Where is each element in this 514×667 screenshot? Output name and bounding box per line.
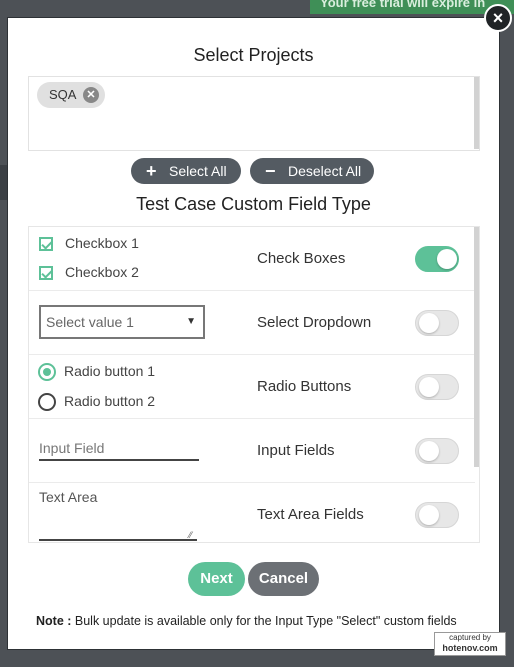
field-type-label: Input Fields (257, 442, 335, 459)
project-chip-label: SQA (49, 87, 77, 102)
select-all-label: Select All (169, 163, 227, 179)
checkbox-2[interactable] (39, 266, 53, 280)
custom-field-type-list: Checkbox 1 Checkbox 2 Check Boxes Select… (28, 226, 480, 543)
radio-button-2-label: Radio button 2 (64, 393, 156, 409)
caret-down-icon: ▼ (186, 316, 196, 327)
note-text: Bulk update is available only for the In… (71, 614, 457, 628)
radio-button-1[interactable] (38, 363, 56, 381)
deselect-all-button[interactable]: − Deselect All (250, 158, 374, 184)
projects-multiselect[interactable]: SQA ✕ (28, 76, 480, 151)
watermark-line-1: captured by (449, 633, 491, 642)
input-field[interactable]: Input Field (39, 437, 199, 461)
select-all-button[interactable]: + Select All (131, 158, 241, 184)
field-row-select: Select value 1 ▼ Select Dropdown (29, 291, 475, 355)
field-type-label: Check Boxes (257, 250, 346, 267)
radio-button-2[interactable] (38, 393, 56, 411)
text-area-field[interactable]: Text Area ⁄⁄ (39, 489, 197, 541)
dropdown-selected-value: Select value 1 (46, 314, 134, 330)
select-dropdown-toggle[interactable] (415, 310, 459, 336)
field-row-checkboxes: Checkbox 1 Checkbox 2 Check Boxes (29, 227, 475, 291)
check-boxes-toggle[interactable] (415, 246, 459, 272)
trial-banner: Your free trial will expire in (310, 0, 514, 14)
watermark-line-2: hotenov.com (442, 643, 498, 653)
field-row-textarea: Text Area ⁄⁄ Text Area Fields (29, 483, 475, 542)
checkbox-1[interactable] (39, 237, 53, 251)
close-circle-icon[interactable]: ✕ (83, 87, 99, 103)
checkbox-2-label: Checkbox 2 (65, 264, 139, 280)
field-type-title: Test Case Custom Field Type (136, 194, 371, 214)
text-area-placeholder: Text Area (39, 489, 98, 505)
capture-watermark: captured by hotenov.com (434, 632, 506, 656)
checkbox-1-label: Checkbox 1 (65, 235, 139, 251)
field-type-label: Radio Buttons (257, 378, 352, 395)
resize-grip-icon[interactable]: ⁄⁄ (189, 531, 197, 540)
radio-buttons-toggle[interactable] (415, 374, 459, 400)
toggle-knob (419, 441, 439, 461)
text-area-fields-toggle[interactable] (415, 502, 459, 528)
select-value-dropdown[interactable]: Select value 1 ▼ (39, 305, 205, 339)
bulk-update-note: Note : Bulk update is available only for… (36, 614, 457, 628)
toggle-knob (419, 377, 439, 397)
modal-title: Select Projects (193, 45, 314, 65)
scrollbar[interactable] (474, 227, 479, 467)
field-type-label: Text Area Fields (257, 506, 364, 523)
radio-button-1-label: Radio button 1 (64, 363, 156, 379)
next-button[interactable]: Next (188, 562, 245, 596)
plus-icon: + (146, 161, 157, 181)
select-projects-modal: Select Projects SQA ✕ + Select All − Des… (7, 17, 500, 650)
toggle-knob (419, 313, 439, 333)
close-icon[interactable]: × (484, 4, 512, 32)
scrollbar[interactable] (474, 77, 479, 149)
toggle-knob (437, 249, 457, 269)
input-fields-toggle[interactable] (415, 438, 459, 464)
note-prefix: Note : (36, 614, 72, 628)
deselect-all-label: Deselect All (288, 163, 362, 179)
field-row-input: Input Field Input Fields (29, 419, 475, 483)
minus-icon: − (265, 161, 276, 181)
field-row-radio: Radio button 1 Radio button 2 Radio Butt… (29, 355, 475, 419)
cancel-button[interactable]: Cancel (248, 562, 319, 596)
project-chip: SQA ✕ (37, 82, 105, 108)
field-type-label: Select Dropdown (257, 314, 372, 331)
toggle-knob (419, 505, 439, 525)
